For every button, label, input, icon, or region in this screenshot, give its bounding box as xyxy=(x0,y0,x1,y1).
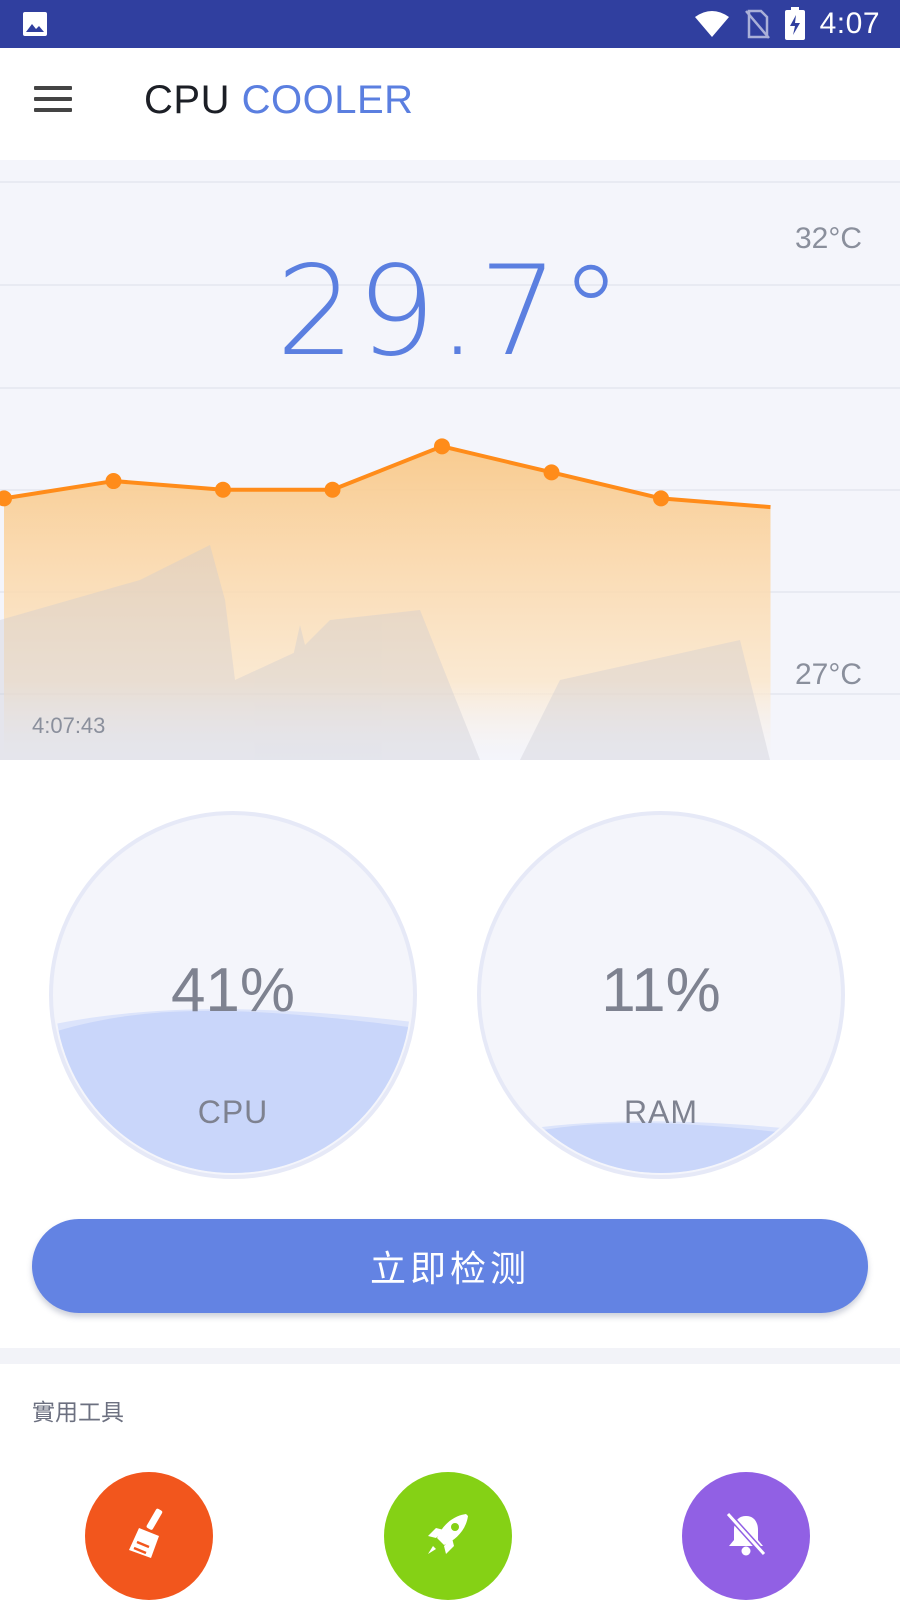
boost-tool-button[interactable] xyxy=(384,1472,512,1600)
wifi-icon xyxy=(694,10,730,38)
app-title-cooler: COOLER xyxy=(241,78,414,122)
temperature-chart: 29.7° 32°C 27°C 4:07:43 xyxy=(0,160,900,760)
temperature-point xyxy=(434,438,450,455)
temperature-point xyxy=(105,473,122,490)
notification-block-tool-button[interactable] xyxy=(682,1472,810,1600)
temperature-point xyxy=(653,490,669,507)
current-temperature: 29.7° xyxy=(275,240,625,384)
temperature-point xyxy=(543,464,560,481)
bell-off-icon xyxy=(724,1510,768,1562)
section-divider xyxy=(0,1348,900,1364)
ram-usage-value: 11% xyxy=(601,956,721,1025)
cpu-gauge: 41% CPU xyxy=(48,810,418,1180)
cpu-usage-value: 41% xyxy=(170,956,296,1025)
cpu-gauge-label: CPU xyxy=(197,1094,269,1130)
ram-gauge: 11% RAM xyxy=(476,810,846,1180)
ram-gauge-label: RAM xyxy=(623,1094,699,1130)
app-title: CPU COOLER xyxy=(144,78,414,123)
broom-icon xyxy=(125,1506,173,1566)
chart-timestamp: 4:07:43 xyxy=(32,713,106,738)
battery-charging-icon xyxy=(784,7,806,41)
ram-wave-front xyxy=(483,1123,839,1173)
app-bar: CPU COOLER xyxy=(0,48,900,160)
status-bar: 4:07 xyxy=(0,0,900,48)
hamburger-menu-icon[interactable] xyxy=(34,86,74,120)
no-sim-icon xyxy=(744,9,770,39)
app-title-cpu: CPU xyxy=(144,78,230,122)
detect-now-button[interactable]: 立即检测 xyxy=(32,1219,868,1313)
temperature-point xyxy=(215,481,231,498)
chart-min-label: 27°C xyxy=(794,658,862,691)
image-notification-icon xyxy=(22,11,48,37)
tools-section-title: 實用工具 xyxy=(32,1400,124,1426)
status-time: 4:07 xyxy=(819,7,880,40)
chart-max-label: 32°C xyxy=(794,222,862,255)
rocket-icon xyxy=(422,1508,474,1564)
clean-tool-button[interactable] xyxy=(85,1472,213,1600)
temperature-point xyxy=(324,481,341,498)
